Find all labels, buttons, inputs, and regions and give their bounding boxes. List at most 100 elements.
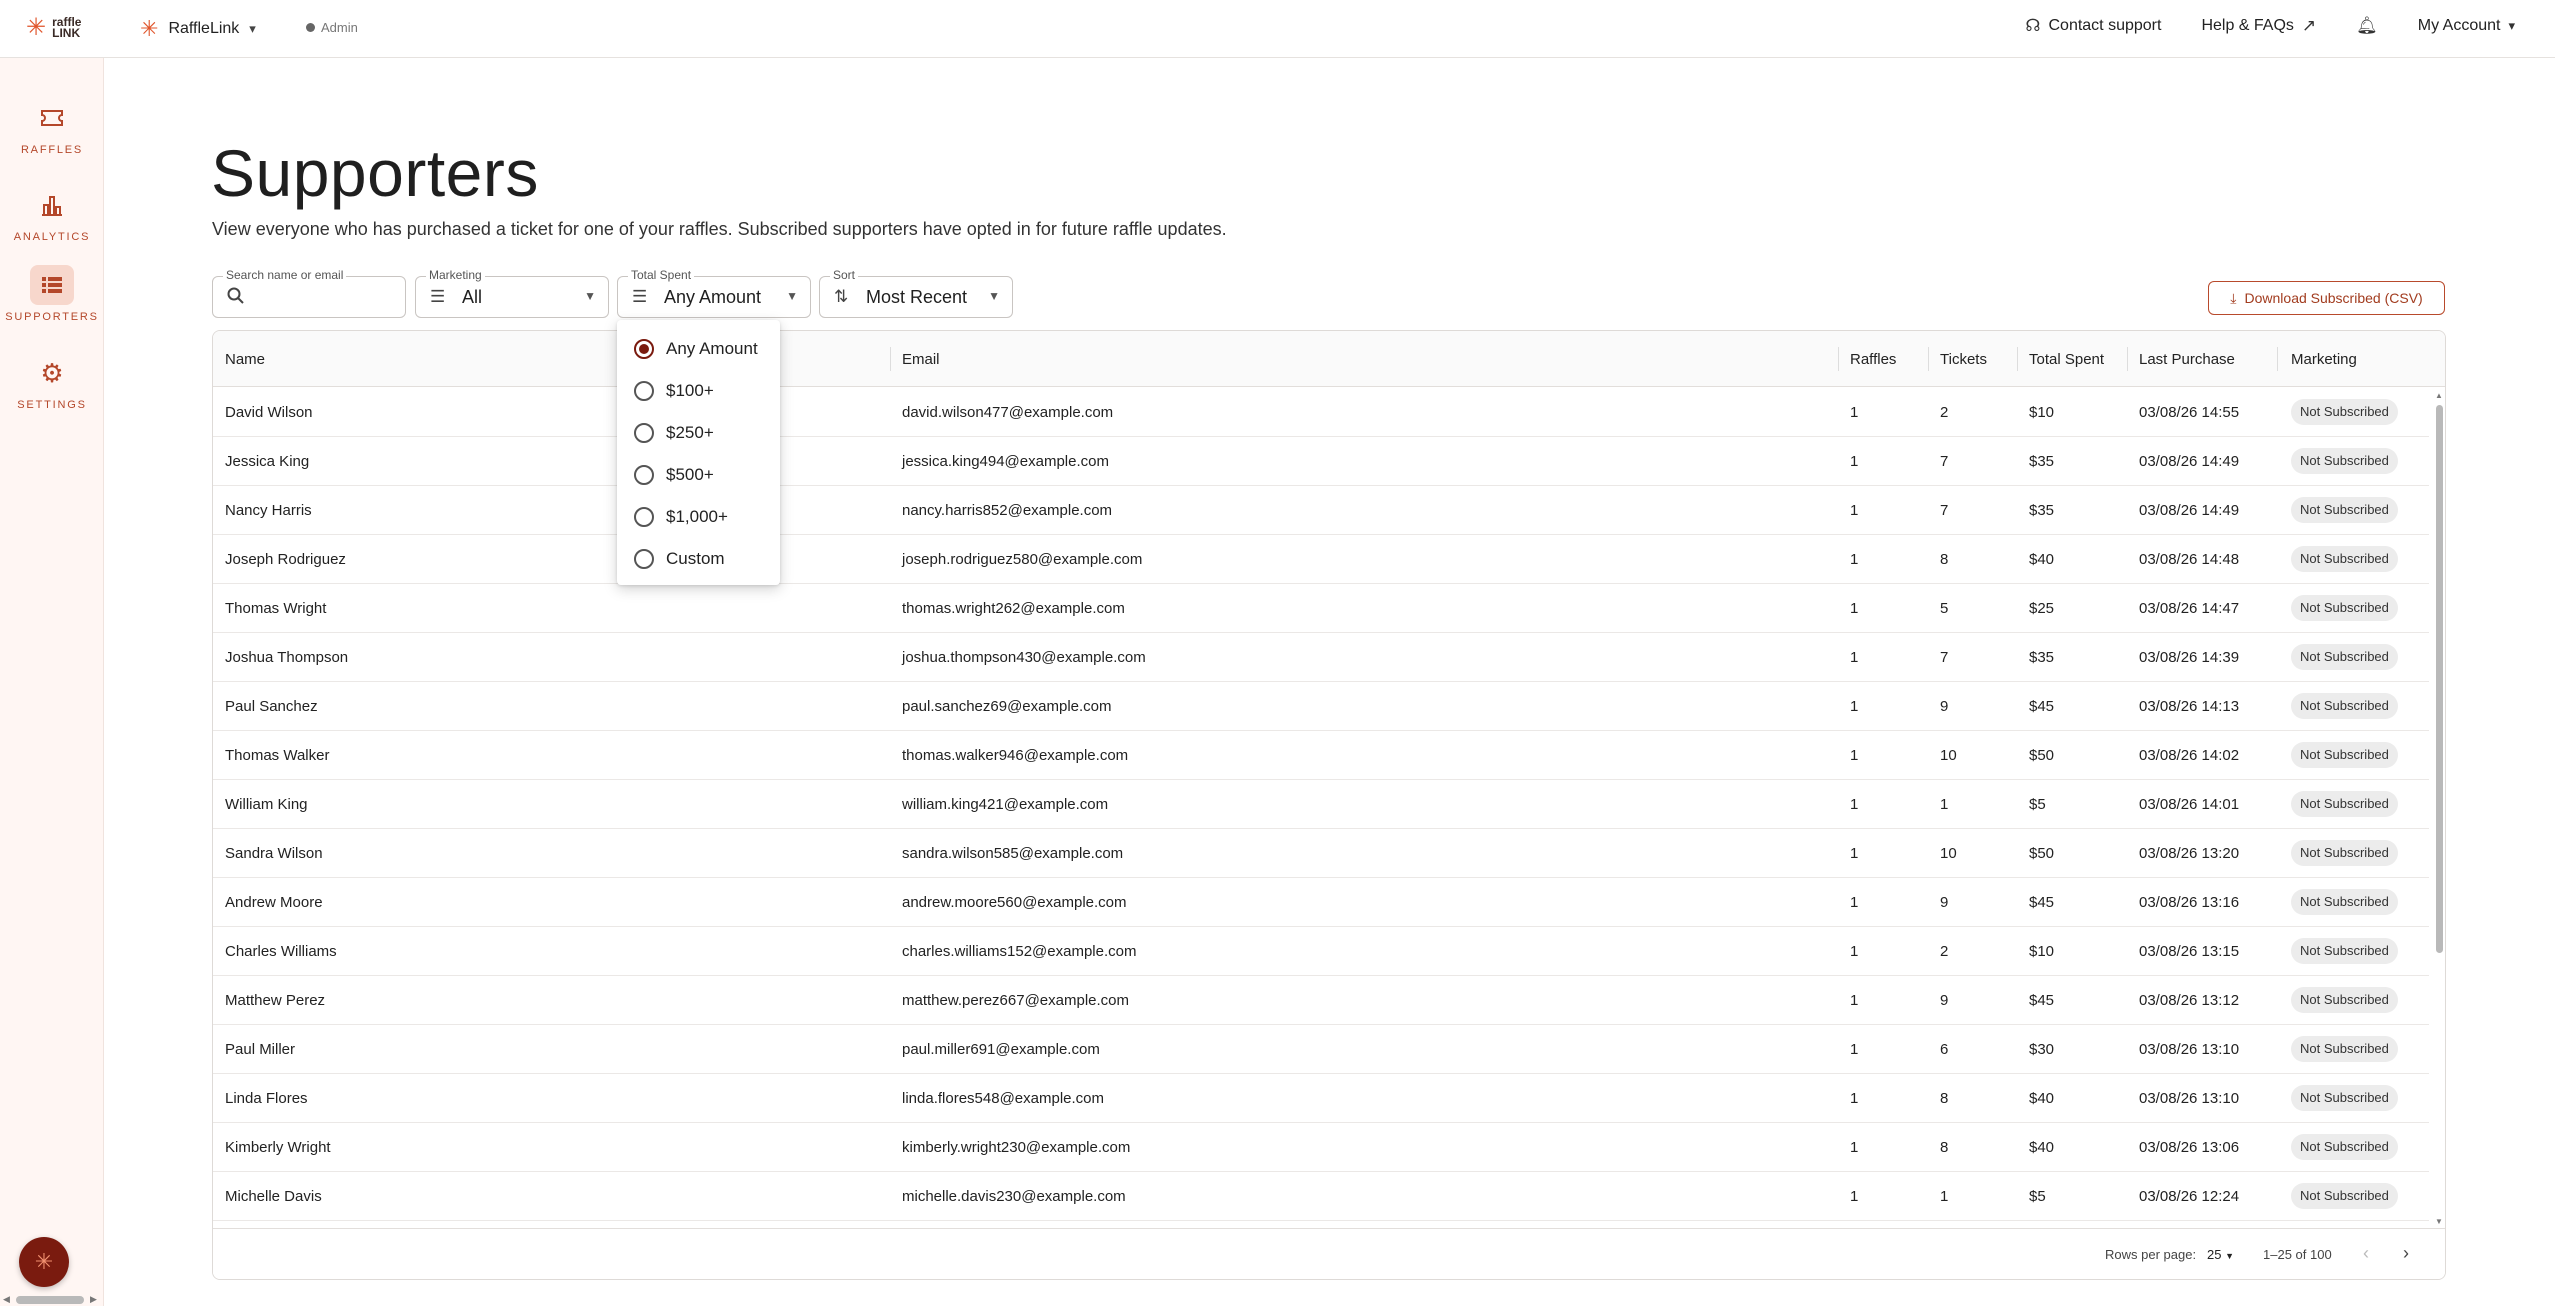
previous-page-icon[interactable]: ‹ xyxy=(2363,1243,2369,1264)
table-row[interactable]: Sandra Wilson sandra.wilson585@example.co… xyxy=(213,829,2429,878)
menu-option[interactable]: $500+ xyxy=(617,454,780,496)
table-row[interactable]: Matthew Perez matthew.perez667@example.co… xyxy=(213,976,2429,1025)
column-divider[interactable] xyxy=(1838,347,1839,371)
horizontal-scrollbar[interactable]: ◀ ▶ xyxy=(0,1292,104,1306)
marketing-label: Marketing xyxy=(426,268,485,282)
cell-name: Michelle Davis xyxy=(225,1188,322,1205)
user-role-icon xyxy=(306,23,315,32)
scroll-left-icon[interactable]: ◀ xyxy=(3,1294,10,1305)
caret-down-icon: ▼ xyxy=(584,289,596,303)
radio-icon[interactable] xyxy=(634,381,654,401)
brand-action-button[interactable]: ✳ xyxy=(19,1237,69,1287)
radio-icon[interactable] xyxy=(634,423,654,443)
notifications-button[interactable]: 🔔︎ xyxy=(2356,16,2378,36)
table-row[interactable]: Nancy Harris nancy.harris852@example.com 1… xyxy=(213,486,2429,535)
scrollbar-thumb[interactable] xyxy=(16,1296,84,1304)
cell-last-purchase: 03/08/26 14:49 xyxy=(2139,502,2240,519)
cell-tickets: 2 xyxy=(1940,404,1949,421)
scrollbar-thumb[interactable] xyxy=(2436,405,2443,953)
menu-option-label: $500+ xyxy=(666,465,714,484)
status-badge: Not Subscribed xyxy=(2291,1085,2398,1111)
cell-email: paul.miller691@example.com xyxy=(902,1041,1100,1058)
table-row[interactable]: Thomas Wright thomas.wright262@example.co… xyxy=(213,584,2429,633)
cell-last-purchase: 03/08/26 14:02 xyxy=(2139,747,2240,764)
menu-option[interactable]: Any Amount xyxy=(617,328,780,370)
table-row[interactable]: William King william.king421@example.com 1… xyxy=(213,780,2429,829)
column-header-email[interactable]: Email xyxy=(902,351,940,368)
cell-last-purchase: 03/08/26 14:49 xyxy=(2139,453,2240,470)
column-divider[interactable] xyxy=(2017,347,2018,371)
column-divider[interactable] xyxy=(1928,347,1929,371)
sidebar-item-supporters[interactable]: SUPPORTERS xyxy=(0,265,104,337)
total-spent-select[interactable]: Total Spent ☰ Any Amount ▼ xyxy=(617,268,811,318)
cell-last-purchase: 03/08/26 14:55 xyxy=(2139,404,2240,421)
sidebar-item-raffles[interactable]: RAFFLES xyxy=(0,98,104,170)
role-label: Admin xyxy=(321,20,358,35)
status-badge: Not Subscribed xyxy=(2291,987,2398,1013)
column-header-total-spent[interactable]: Total Spent xyxy=(2029,351,2104,368)
sort-select[interactable]: Sort ⇅ Most Recent ▼ xyxy=(819,268,1013,318)
table-row[interactable]: Kimberly Wright kimberly.wright230@exampl… xyxy=(213,1123,2429,1172)
menu-option[interactable]: Custom xyxy=(617,538,780,580)
radio-icon[interactable] xyxy=(634,465,654,485)
download-csv-button[interactable]: ⤓ Download Subscribed (CSV) xyxy=(2208,281,2445,315)
contact-support-link[interactable]: ☊ Contact support xyxy=(2025,16,2161,36)
rows-per-page-value: 25 xyxy=(2207,1247,2222,1262)
cell-name: Joshua Thompson xyxy=(225,649,349,666)
cell-last-purchase: 03/08/26 13:15 xyxy=(2139,943,2240,960)
next-page-icon[interactable]: › xyxy=(2403,1243,2409,1264)
top-right-nav: ☊ Contact support Help & FAQs ↗ 🔔︎ My Ac… xyxy=(2025,16,2515,36)
column-header-raffles[interactable]: Raffles xyxy=(1850,351,1896,368)
table-row[interactable]: David Wilson david.wilson477@example.com 1… xyxy=(213,388,2429,437)
table-row[interactable]: Charles Williams charles.williams152@exam… xyxy=(213,927,2429,976)
marketing-select[interactable]: Marketing ☰ All ▼ xyxy=(415,268,609,318)
org-switcher[interactable]: ✳ RaffleLink ▾ xyxy=(140,16,256,42)
scroll-right-icon[interactable]: ▶ xyxy=(90,1294,97,1305)
help-faqs-label: Help & FAQs xyxy=(2201,17,2294,34)
table-row[interactable]: Joseph Rodriguez joseph.rodriguez580@exam… xyxy=(213,535,2429,584)
cell-email: kimberly.wright230@example.com xyxy=(902,1139,1131,1156)
column-header-name[interactable]: Name xyxy=(225,351,265,368)
table-row[interactable]: Joshua Thompson joshua.thompson430@exampl… xyxy=(213,633,2429,682)
column-divider[interactable] xyxy=(2127,347,2128,371)
column-divider[interactable] xyxy=(890,347,891,371)
rows-per-page-select[interactable]: 25 ▼ xyxy=(2207,1247,2234,1262)
cell-email: michelle.davis230@example.com xyxy=(902,1188,1126,1205)
scroll-up-icon[interactable]: ▲ xyxy=(2435,391,2443,400)
help-faqs-link[interactable]: Help & FAQs ↗ xyxy=(2201,16,2316,36)
sidebar-item-analytics[interactable]: ANALYTICS xyxy=(0,185,104,257)
cell-name: Jessica King xyxy=(225,453,310,470)
search-input[interactable]: Search name or email xyxy=(212,268,406,318)
table-row[interactable]: Paul Sanchez paul.sanchez69@example.com 1 9… xyxy=(213,682,2429,731)
column-header-marketing[interactable]: Marketing xyxy=(2291,351,2357,368)
table-row[interactable]: Andrew Moore andrew.moore560@example.com 1… xyxy=(213,878,2429,927)
menu-option[interactable]: $100+ xyxy=(617,370,780,412)
table-row[interactable]: Thomas Walker thomas.walker946@example.co… xyxy=(213,731,2429,780)
table-row[interactable]: Paul Miller paul.miller691@example.com 1 6 $… xyxy=(213,1025,2429,1074)
table-row[interactable]: Michelle Davis michelle.davis230@example.… xyxy=(213,1172,2429,1221)
table-body: David Wilson david.wilson477@example.com 1… xyxy=(213,388,2429,1221)
menu-option[interactable]: $250+ xyxy=(617,412,780,454)
cell-raffles: 1 xyxy=(1850,1139,1859,1156)
menu-option-label: Custom xyxy=(666,549,725,568)
column-divider[interactable] xyxy=(2277,347,2278,371)
column-header-tickets[interactable]: Tickets xyxy=(1940,351,1987,368)
sidebar-item-label: RAFFLES xyxy=(20,144,84,156)
table-row[interactable]: Jessica King jessica.king494@example.com 1… xyxy=(213,437,2429,486)
radio-icon[interactable] xyxy=(634,507,654,527)
column-header-last-purchase[interactable]: Last Purchase xyxy=(2139,351,2235,368)
table-row[interactable]: Linda Flores linda.flores548@example.com 1… xyxy=(213,1074,2429,1123)
sidebar-item-settings[interactable]: ⚙ SETTINGS xyxy=(0,353,104,425)
my-account-menu[interactable]: My Account ▾ xyxy=(2418,17,2515,35)
radio-icon[interactable] xyxy=(634,549,654,569)
cell-raffles: 1 xyxy=(1850,453,1859,470)
scroll-down-icon[interactable]: ▼ xyxy=(2435,1217,2443,1226)
supporters-table: Name Email Raffles Tickets Total Spent L… xyxy=(212,330,2446,1280)
role-badge: Admin xyxy=(306,20,358,35)
radio-selected-icon[interactable] xyxy=(634,339,654,359)
cell-last-purchase: 03/08/26 14:48 xyxy=(2139,551,2240,568)
brand-logo[interactable]: ✳ raffle LINK xyxy=(26,16,81,40)
menu-option[interactable]: $1,000+ xyxy=(617,496,780,538)
vertical-scrollbar[interactable]: ▲ ▼ xyxy=(2433,391,2445,1227)
status-badge: Not Subscribed xyxy=(2291,644,2398,670)
